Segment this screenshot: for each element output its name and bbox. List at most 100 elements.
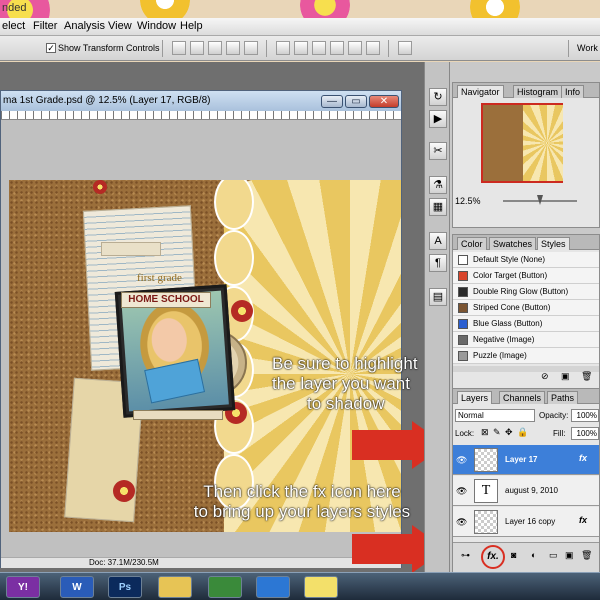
tab-navigator[interactable]: Navigator: [457, 85, 504, 98]
minimize-button[interactable]: —: [321, 95, 343, 108]
lock-image-icon[interactable]: ✎: [493, 427, 501, 438]
style-item[interactable]: Default Style (None): [453, 252, 599, 268]
visibility-eye-icon[interactable]: 👁: [456, 517, 467, 528]
tab-color[interactable]: Color: [457, 237, 487, 250]
lock-label: Lock:: [455, 429, 475, 438]
style-item[interactable]: Puzzle (Image): [453, 348, 599, 364]
delete-style-icon[interactable]: 🗑: [581, 371, 592, 382]
navigator-panel: Navigator Histogram Info 12.5%: [452, 82, 600, 228]
style-label: Default Style (None): [473, 255, 546, 264]
style-item[interactable]: Double Ring Glow (Button): [453, 284, 599, 300]
opacity-input[interactable]: 100%: [571, 409, 599, 422]
show-transform-controls-checkbox[interactable]: ✓: [46, 43, 56, 53]
menu-help[interactable]: Help: [180, 20, 203, 32]
frog-icon[interactable]: [208, 576, 242, 598]
menu-analysis[interactable]: Analysis: [64, 20, 105, 32]
lock-transparent-icon[interactable]: ⊠: [481, 427, 489, 438]
horizontal-ruler: [1, 111, 401, 120]
distribute-right-icon[interactable]: [366, 41, 380, 55]
distribute-bottom-icon[interactable]: [312, 41, 326, 55]
separator: [568, 40, 569, 57]
folder-icon[interactable]: [158, 576, 192, 598]
yahoo-icon[interactable]: Y!: [6, 576, 40, 598]
visibility-eye-icon[interactable]: 👁: [456, 455, 467, 466]
style-swatch: [458, 255, 468, 265]
maximize-button[interactable]: ▭: [345, 95, 367, 108]
blend-mode-select[interactable]: Normal: [455, 409, 535, 422]
character-icon[interactable]: A: [429, 232, 447, 250]
align-top-icon[interactable]: [172, 41, 186, 55]
delete-layer-icon[interactable]: 🗑: [581, 550, 592, 561]
tab-paths[interactable]: Paths: [547, 391, 579, 404]
girl-photo: [121, 290, 229, 412]
layer-row[interactable]: 👁 T august 9, 2010: [453, 476, 599, 506]
actions-icon[interactable]: ▶: [429, 110, 447, 128]
layers-panel: Layers Channels Paths Normal Opacity: 10…: [452, 388, 600, 572]
style-item[interactable]: Negative (Image): [453, 332, 599, 348]
brushes-icon[interactable]: ⚗: [429, 176, 447, 194]
style-item[interactable]: Striped Cone (Button): [453, 300, 599, 316]
tab-info[interactable]: Info: [561, 85, 585, 98]
lock-all-icon[interactable]: 🔒: [517, 427, 528, 438]
style-item[interactable]: Color Target (Button): [453, 268, 599, 284]
fill-input[interactable]: 100%: [571, 427, 599, 440]
clone-source-icon[interactable]: ▦: [429, 198, 447, 216]
layer-name: Layer 16 copy: [505, 517, 556, 526]
date-tag: [101, 242, 161, 256]
align-hcenter-icon[interactable]: [244, 41, 258, 55]
menu-select[interactable]: elect: [2, 20, 25, 32]
annotation-line: the layer you want: [272, 374, 410, 393]
tools-preset-icon[interactable]: ✂: [429, 142, 447, 160]
workspace-label[interactable]: Work: [577, 43, 598, 53]
tab-layers[interactable]: Layers: [457, 391, 493, 404]
document-title-bar[interactable]: ma 1st Grade.psd @ 12.5% (Layer 17, RGB/…: [1, 91, 401, 111]
link-layers-icon[interactable]: ⊶: [461, 550, 470, 561]
close-button[interactable]: ✕: [369, 95, 399, 108]
tab-styles[interactable]: Styles: [537, 237, 570, 250]
new-group-icon[interactable]: ▭: [549, 550, 558, 561]
align-bottom-icon[interactable]: [208, 41, 222, 55]
layers-tabs: Layers Channels Paths: [453, 389, 599, 404]
menu-filter[interactable]: Filter: [33, 20, 57, 32]
word-icon[interactable]: W: [60, 576, 94, 598]
distribute-left-icon[interactable]: [330, 41, 344, 55]
clear-style-icon[interactable]: ⊘: [541, 371, 549, 382]
layer-name: august 9, 2010: [505, 486, 558, 495]
history-icon[interactable]: ↻: [429, 88, 447, 106]
add-mask-icon[interactable]: ◙: [511, 550, 516, 560]
align-vcenter-icon[interactable]: [190, 41, 204, 55]
navigator-thumbnail[interactable]: [481, 103, 563, 183]
layer-row[interactable]: 👁 Layer 16 copy fx: [453, 507, 599, 537]
style-item[interactable]: Blue Glass (Button): [453, 316, 599, 332]
layer-fx-icon[interactable]: fx: [579, 453, 587, 463]
visibility-eye-icon[interactable]: 👁: [456, 486, 467, 497]
add-layer-style-fx-button[interactable]: fx.: [481, 545, 505, 569]
layer-row-selected[interactable]: 👁 Layer 17 fx: [453, 445, 599, 475]
menu-window[interactable]: Window: [137, 20, 176, 32]
annotation-line: to shadow: [307, 394, 385, 413]
new-layer-icon[interactable]: ▣: [565, 550, 574, 561]
styles-tabs: Color Swatches Styles: [453, 235, 599, 250]
lock-position-icon[interactable]: ✥: [505, 427, 513, 438]
auto-align-icon[interactable]: [398, 41, 412, 55]
adjustment-layer-icon[interactable]: ◐: [531, 550, 536, 560]
tab-histogram[interactable]: Histogram: [513, 85, 563, 98]
layer-comps-icon[interactable]: ▤: [429, 288, 447, 306]
menu-view[interactable]: View: [108, 20, 132, 32]
layers-footer: ⊶ fx. ◙ ◐ ▭ ▣ 🗑: [453, 542, 599, 572]
zoom-level[interactable]: 12.5%: [455, 196, 481, 206]
paragraph-icon[interactable]: ¶: [429, 254, 447, 272]
style-swatch: [458, 303, 468, 313]
photoshop-icon[interactable]: Ps: [108, 576, 142, 598]
distribute-top-icon[interactable]: [276, 41, 290, 55]
new-style-icon[interactable]: ▣: [561, 371, 570, 382]
distribute-vcenter-icon[interactable]: [294, 41, 308, 55]
notes-icon[interactable]: [304, 576, 338, 598]
layer-thumbnail: [474, 448, 498, 472]
align-left-icon[interactable]: [226, 41, 240, 55]
layer-fx-icon[interactable]: fx: [579, 515, 587, 525]
tab-channels[interactable]: Channels: [499, 391, 546, 404]
quicktime-icon[interactable]: [256, 576, 290, 598]
tab-swatches[interactable]: Swatches: [489, 237, 537, 250]
distribute-hcenter-icon[interactable]: [348, 41, 362, 55]
